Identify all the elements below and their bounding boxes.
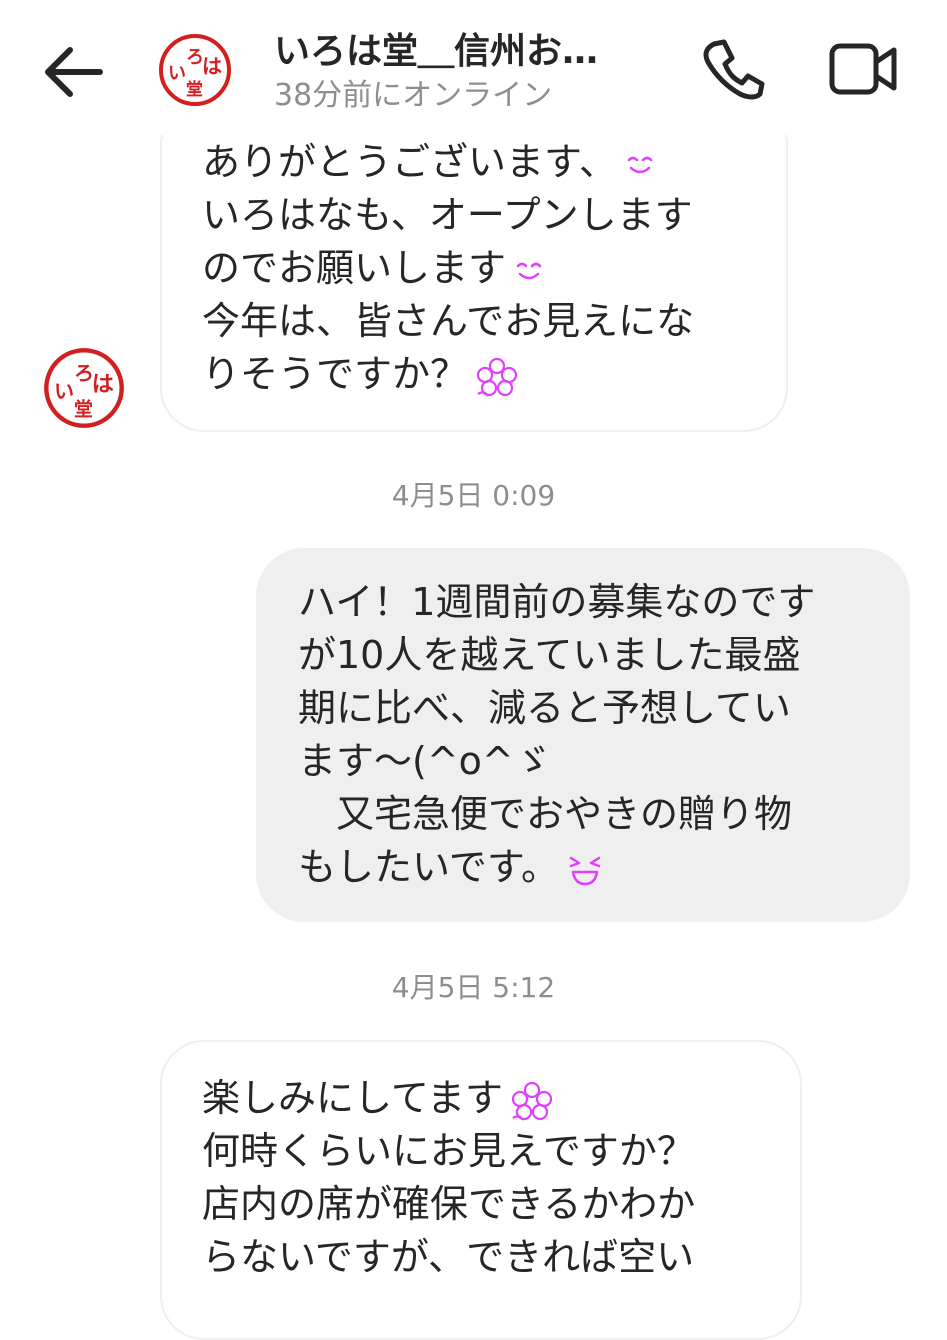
- video-camera-icon[interactable]: [828, 38, 898, 100]
- message-line: りそうですか？: [202, 348, 786, 401]
- message-line: 今年は、皆さんでお見えにな: [202, 299, 695, 343]
- message-line: らないですが、できれば空い: [202, 1235, 695, 1279]
- message-line: 店内の席が確保できるかわか: [202, 1182, 696, 1226]
- conversation-title[interactable]: いろは堂＿信州お…: [274, 30, 598, 74]
- message-line: 何時くらいにお見えですか？: [202, 1129, 695, 1173]
- svg-text:は: は: [202, 54, 222, 78]
- message-line: 期に比べ、減ると予想してい: [298, 686, 791, 730]
- message-line: が10人を越えていました最盛: [298, 633, 801, 677]
- arrow-left-icon[interactable]: [40, 44, 106, 100]
- online-status: 38分前にオンライン: [274, 78, 553, 113]
- message-timestamp: 4月5日 0:09: [391, 479, 556, 512]
- message-line: ありがとうございます、: [202, 136, 786, 189]
- message-line: もしたいです。: [298, 841, 910, 894]
- message-line: ハイ！1週間前の募集なのです: [298, 580, 816, 624]
- smiling-face-icon: [516, 262, 542, 279]
- smiling-face-icon: [627, 156, 653, 173]
- svg-text:い: い: [54, 379, 74, 403]
- message-line: 又宅急便でおやきの贈り物: [298, 792, 793, 836]
- cherry-blossom-icon: [511, 1081, 553, 1121]
- chat-header: ろ は い 堂 いろは堂＿信州お… 38分前にオンライン: [0, 0, 947, 135]
- incoming-message[interactable]: 楽しみにしてます 何時くらいにお見えですか？ 店内の席が確保できるかわか らない…: [160, 1040, 802, 1340]
- phone-icon[interactable]: [700, 36, 766, 102]
- avatar[interactable]: ろ は い 堂: [158, 33, 232, 107]
- message-timestamp: 4月5日 5:12: [391, 971, 556, 1004]
- svg-text:は: は: [92, 371, 114, 397]
- message-line: のでお願いします: [202, 242, 786, 295]
- sender-avatar[interactable]: ろ は い 堂: [43, 347, 125, 429]
- incoming-message[interactable]: ありがとうございます、 いろはなも、オープンします のでお願いします 今年は、皆…: [160, 100, 788, 432]
- svg-text:堂: 堂: [74, 399, 93, 421]
- svg-text:堂: 堂: [186, 79, 203, 100]
- cherry-blossom-icon: [476, 357, 518, 397]
- svg-text:い: い: [168, 63, 186, 84]
- grinning-face-icon: [569, 856, 601, 885]
- message-line: ます〜(^o^ゞ: [298, 739, 552, 783]
- message-line: いろはなも、オープンします: [202, 193, 693, 237]
- outgoing-message[interactable]: ハイ！1週間前の募集なのです が10人を越えていました最盛 期に比べ、減ると予想…: [256, 548, 910, 922]
- message-line: 楽しみにしてます: [202, 1072, 800, 1125]
